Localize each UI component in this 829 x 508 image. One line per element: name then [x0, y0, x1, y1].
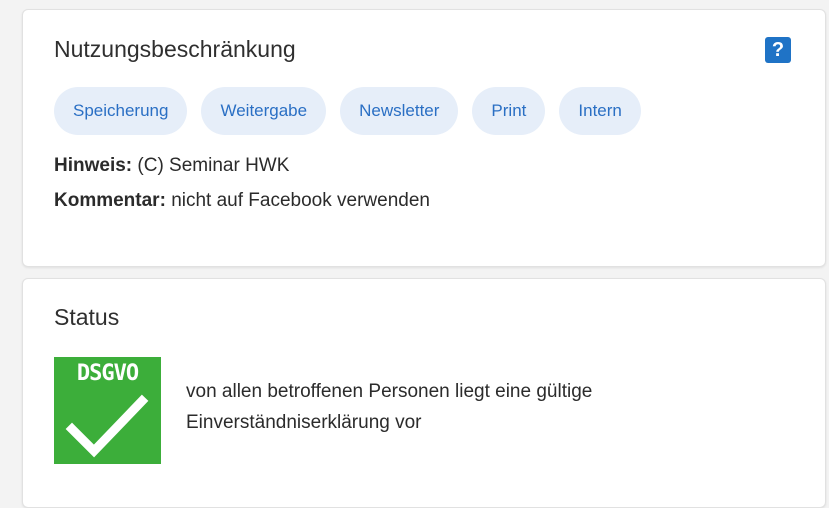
- checkmark-icon: [65, 394, 149, 458]
- kommentar-value: nicht auf Facebook verwenden: [171, 190, 430, 211]
- status-line-1: von allen betroffenen Personen liegt ein…: [186, 381, 593, 402]
- chip-intern[interactable]: Intern: [559, 87, 641, 135]
- restriction-chip-list: Speicherung Weitergabe Newsletter Print …: [54, 87, 641, 135]
- dsgvo-badge-text: DSGVO: [76, 361, 139, 386]
- kommentar-label: Kommentar:: [54, 190, 166, 211]
- help-button[interactable]: ?: [765, 37, 791, 63]
- dsgvo-badge: DSGVO: [54, 357, 161, 464]
- chip-print[interactable]: Print: [472, 87, 546, 135]
- hinweis-value: (C) Seminar HWK: [137, 155, 290, 176]
- chip-newsletter[interactable]: Newsletter: [340, 87, 459, 135]
- chip-weitergabe[interactable]: Weitergabe: [201, 87, 327, 135]
- chip-speicherung[interactable]: Speicherung: [54, 87, 188, 135]
- status-title: Status: [54, 304, 120, 330]
- hinweis-label: Hinweis:: [54, 155, 133, 176]
- status-card: Status DSGVO von allen betroffenen Perso…: [22, 278, 826, 508]
- kommentar-line: Kommentar: nicht auf Facebook verwenden: [54, 191, 430, 210]
- usage-restriction-title: Nutzungsbeschränkung: [54, 36, 296, 62]
- usage-restriction-card: Nutzungsbeschränkung ? Speicherung Weite…: [22, 9, 826, 267]
- status-description: von allen betroffenen Personen liegt ein…: [186, 376, 806, 438]
- hinweis-line: Hinweis: (C) Seminar HWK: [54, 156, 289, 175]
- status-line-2: Einverständniserklärung vor: [186, 412, 422, 433]
